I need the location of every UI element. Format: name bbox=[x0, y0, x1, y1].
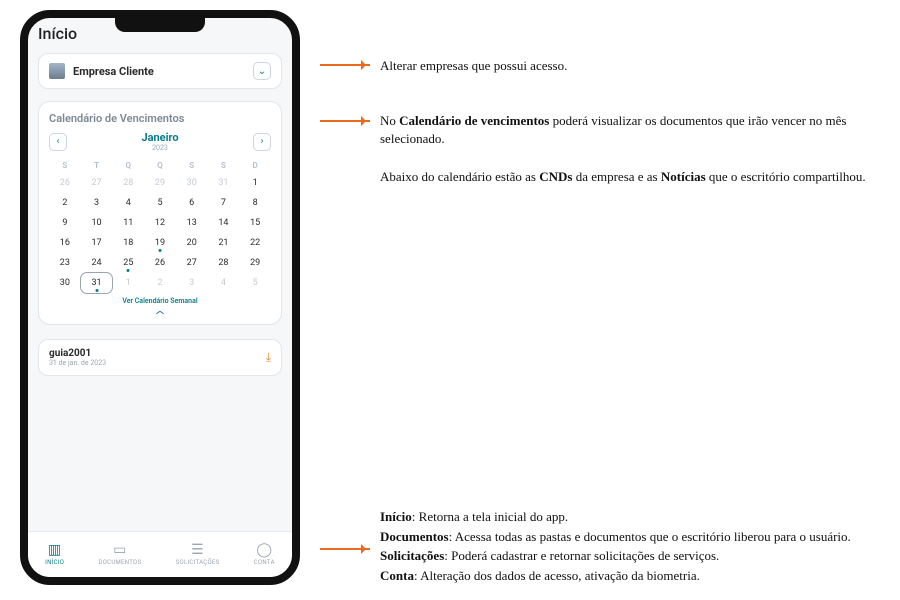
day-of-week: Q bbox=[144, 158, 176, 173]
calendar-day[interactable]: 17 bbox=[81, 233, 113, 253]
phone-mockup: Início Empresa Cliente ⌄ Calendário de V… bbox=[20, 10, 300, 585]
calendar-day[interactable]: 13 bbox=[176, 213, 208, 233]
phone-notch bbox=[115, 18, 205, 32]
calendar-day[interactable]: 3 bbox=[81, 193, 113, 213]
bottom-nav: ▥ INÍCIO ▭ DOCUMENTOS ☰ SOLICITAÇÕES ◯ C… bbox=[28, 531, 292, 577]
app-screen: Início Empresa Cliente ⌄ Calendário de V… bbox=[28, 18, 292, 577]
nav-documentos[interactable]: ▭ DOCUMENTOS bbox=[98, 543, 141, 566]
calendar-day: 28 bbox=[112, 173, 144, 193]
calendar-title: Calendário de Vencimentos bbox=[49, 112, 271, 125]
calendar-day[interactable]: 31 bbox=[81, 273, 113, 293]
calendar-day: 30 bbox=[176, 173, 208, 193]
building-icon bbox=[49, 63, 65, 79]
calendar-day[interactable]: 11 bbox=[112, 213, 144, 233]
calendar-day[interactable]: 20 bbox=[176, 233, 208, 253]
prev-month-button[interactable]: ‹ bbox=[49, 133, 67, 151]
arrow-icon bbox=[320, 64, 370, 66]
calendar-day[interactable]: 26 bbox=[144, 253, 176, 273]
day-of-week: S bbox=[208, 158, 240, 173]
day-of-week: S bbox=[49, 158, 81, 173]
calendar-card: Calendário de Vencimentos ‹ Janeiro 2023… bbox=[38, 101, 282, 325]
arrow-icon bbox=[320, 548, 370, 550]
document-date: 31 de jan. de 2023 bbox=[49, 359, 106, 367]
calendar-grid: STQQSSD262728293031123456789101112131415… bbox=[49, 158, 271, 293]
calendar-day: 4 bbox=[208, 273, 240, 293]
calendar-day: 29 bbox=[144, 173, 176, 193]
annotation-below-calendar: Abaixo do calendário estão as CNDs da em… bbox=[380, 168, 870, 186]
calendar-day[interactable]: 1 bbox=[239, 173, 271, 193]
calendar-day[interactable]: 10 bbox=[81, 213, 113, 233]
calendar-day: 5 bbox=[239, 273, 271, 293]
calendar-day: 27 bbox=[81, 173, 113, 193]
calendar-day[interactable]: 12 bbox=[144, 213, 176, 233]
calendar-day[interactable]: 22 bbox=[239, 233, 271, 253]
day-of-week: S bbox=[176, 158, 208, 173]
day-of-week: T bbox=[81, 158, 113, 173]
calendar-day[interactable]: 15 bbox=[239, 213, 271, 233]
calendar-day[interactable]: 14 bbox=[208, 213, 240, 233]
annotation-calendar: No Calendário de vencimentos poderá visu… bbox=[380, 112, 870, 147]
weekly-calendar-link[interactable]: Ver Calendário Semanal ︿ bbox=[49, 297, 271, 316]
nav-inicio[interactable]: ▥ INÍCIO bbox=[45, 543, 64, 566]
month-name: Janeiro bbox=[141, 131, 178, 144]
download-icon[interactable]: ⤓ bbox=[266, 350, 271, 365]
month-year: 2023 bbox=[141, 144, 178, 152]
company-name: Empresa Cliente bbox=[73, 65, 245, 78]
annotations: Alterar empresas que possui acesso. No C… bbox=[320, 10, 880, 585]
nav-conta[interactable]: ◯ CONTA bbox=[254, 543, 275, 566]
weekly-calendar-label: Ver Calendário Semanal bbox=[122, 297, 197, 305]
calendar-day[interactable]: 4 bbox=[112, 193, 144, 213]
calendar-day[interactable]: 18 bbox=[112, 233, 144, 253]
calendar-day[interactable]: 16 bbox=[49, 233, 81, 253]
chevron-up-icon: ︿ bbox=[49, 305, 271, 316]
calendar-day[interactable]: 6 bbox=[176, 193, 208, 213]
calendar-day[interactable]: 29 bbox=[239, 253, 271, 273]
company-selector[interactable]: Empresa Cliente ⌄ bbox=[38, 53, 282, 89]
calendar-day[interactable]: 2 bbox=[49, 193, 81, 213]
document-info: guia2001 31 de jan. de 2023 bbox=[49, 348, 106, 367]
day-of-week: Q bbox=[112, 158, 144, 173]
document-name: guia2001 bbox=[49, 348, 106, 359]
calendar-day[interactable]: 30 bbox=[49, 273, 81, 293]
day-of-week: D bbox=[239, 158, 271, 173]
nav-documentos-label: DOCUMENTOS bbox=[98, 559, 141, 566]
chart-icon: ▥ bbox=[48, 543, 62, 557]
next-month-button[interactable]: › bbox=[253, 133, 271, 151]
chevron-down-icon[interactable]: ⌄ bbox=[253, 62, 271, 80]
calendar-day[interactable]: 28 bbox=[208, 253, 240, 273]
calendar-day[interactable]: 24 bbox=[81, 253, 113, 273]
calendar-day: 31 bbox=[208, 173, 240, 193]
document-card[interactable]: guia2001 31 de jan. de 2023 ⤓ bbox=[38, 339, 282, 376]
nav-solicitacoes-label: SOLICITAÇÕES bbox=[176, 559, 220, 566]
calendar-day[interactable]: 7 bbox=[208, 193, 240, 213]
calendar-day[interactable]: 19 bbox=[144, 233, 176, 253]
calendar-day[interactable]: 5 bbox=[144, 193, 176, 213]
calendar-day[interactable]: 9 bbox=[49, 213, 81, 233]
calendar-day: 26 bbox=[49, 173, 81, 193]
calendar-day: 1 bbox=[112, 273, 144, 293]
calendar-day[interactable]: 25 bbox=[112, 253, 144, 273]
list-icon: ☰ bbox=[191, 543, 204, 557]
nav-conta-label: CONTA bbox=[254, 559, 275, 566]
calendar-day[interactable]: 27 bbox=[176, 253, 208, 273]
month-header: Janeiro 2023 bbox=[141, 131, 178, 152]
user-icon: ◯ bbox=[256, 543, 272, 557]
calendar-day[interactable]: 23 bbox=[49, 253, 81, 273]
calendar-day[interactable]: 8 bbox=[239, 193, 271, 213]
nav-solicitacoes[interactable]: ☰ SOLICITAÇÕES bbox=[176, 543, 220, 566]
folder-icon: ▭ bbox=[113, 543, 127, 557]
arrow-icon bbox=[320, 120, 370, 122]
annotation-nav: Início: Retorna a tela inicial do app. D… bbox=[380, 508, 870, 586]
nav-inicio-label: INÍCIO bbox=[45, 559, 64, 566]
calendar-day: 2 bbox=[144, 273, 176, 293]
calendar-day: 3 bbox=[176, 273, 208, 293]
annotation-company: Alterar empresas que possui acesso. bbox=[380, 57, 870, 75]
calendar-day[interactable]: 21 bbox=[208, 233, 240, 253]
